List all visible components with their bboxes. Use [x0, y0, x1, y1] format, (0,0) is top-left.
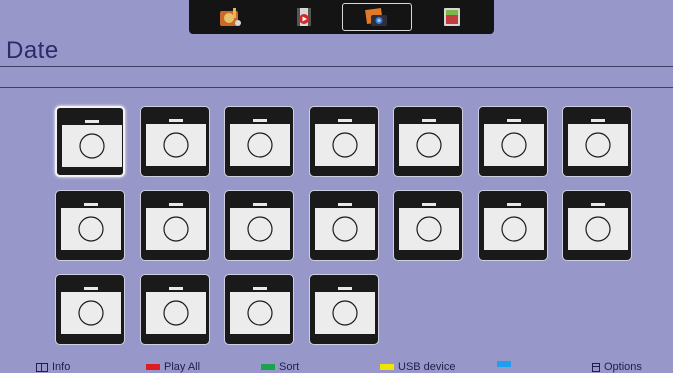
- music-icon: [220, 8, 241, 26]
- photo-thumbnail[interactable]: [309, 190, 379, 261]
- page-title: Date: [6, 37, 59, 64]
- photo-thumbnail[interactable]: [309, 106, 379, 177]
- camera-icon: [146, 203, 206, 250]
- green-button-icon: [261, 364, 275, 370]
- info-icon: [36, 362, 48, 372]
- camera-icon: [146, 119, 206, 166]
- photo-thumbnail[interactable]: [55, 106, 125, 177]
- camera-icon: [484, 119, 544, 166]
- red-button-icon: [146, 364, 160, 370]
- photo-thumbnail[interactable]: [393, 106, 463, 177]
- camera-icon: [568, 203, 628, 250]
- blue-button-icon: [497, 361, 511, 367]
- camera-icon: [399, 119, 459, 166]
- sort-hint[interactable]: Sort: [261, 361, 299, 373]
- photo-thumbnail[interactable]: [140, 106, 210, 177]
- bottom-hint-bar: Info Play All Sort USB device Options: [0, 361, 673, 373]
- camera-icon: [230, 203, 290, 250]
- info-hint[interactable]: Info: [36, 361, 70, 373]
- video-icon: [297, 8, 311, 26]
- photo-thumbnail[interactable]: [478, 106, 548, 177]
- options-icon: [592, 362, 600, 372]
- tab-music[interactable]: [195, 3, 265, 31]
- media-tab-bar: [189, 0, 494, 34]
- tab-photo[interactable]: [342, 3, 412, 31]
- camera-icon: [399, 203, 459, 250]
- photo-thumbnail[interactable]: [393, 190, 463, 261]
- camera-icon: [62, 120, 122, 167]
- camera-icon: [315, 203, 375, 250]
- camera-icon: [315, 119, 375, 166]
- camera-icon: [484, 203, 544, 250]
- options-label: Options: [604, 361, 642, 373]
- camera-icon: [230, 119, 290, 166]
- camera-icon: [230, 287, 290, 334]
- sort-label: Sort: [279, 361, 300, 373]
- photo-thumbnail[interactable]: [224, 274, 294, 345]
- photo-thumbnail[interactable]: [562, 190, 632, 261]
- blue-hint[interactable]: [497, 361, 515, 367]
- files-icon: [444, 8, 460, 26]
- photo-thumbnail[interactable]: [309, 274, 379, 345]
- camera-icon: [61, 287, 121, 334]
- photo-thumbnail[interactable]: [224, 106, 294, 177]
- photo-icon: [365, 7, 387, 26]
- info-label: Info: [52, 361, 71, 373]
- grid-divider: [0, 87, 673, 88]
- tab-video[interactable]: [269, 3, 339, 31]
- yellow-button-icon: [380, 364, 394, 370]
- options-hint[interactable]: Options: [592, 361, 642, 373]
- camera-icon: [568, 119, 628, 166]
- photo-thumbnail[interactable]: [478, 190, 548, 261]
- camera-icon: [61, 203, 121, 250]
- photo-thumbnail[interactable]: [224, 190, 294, 261]
- photo-thumbnail[interactable]: [55, 274, 125, 345]
- tab-files[interactable]: [417, 3, 487, 31]
- usb-device-hint[interactable]: USB device: [380, 361, 455, 373]
- photo-thumbnail[interactable]: [140, 190, 210, 261]
- play-all-hint[interactable]: Play All: [146, 361, 200, 373]
- camera-icon: [146, 287, 206, 334]
- photo-thumbnail[interactable]: [562, 106, 632, 177]
- usb-device-label: USB device: [398, 361, 456, 373]
- photo-thumbnail[interactable]: [140, 274, 210, 345]
- title-divider: [0, 66, 673, 67]
- photo-thumbnail[interactable]: [55, 190, 125, 261]
- play-all-label: Play All: [164, 361, 201, 373]
- camera-icon: [315, 287, 375, 334]
